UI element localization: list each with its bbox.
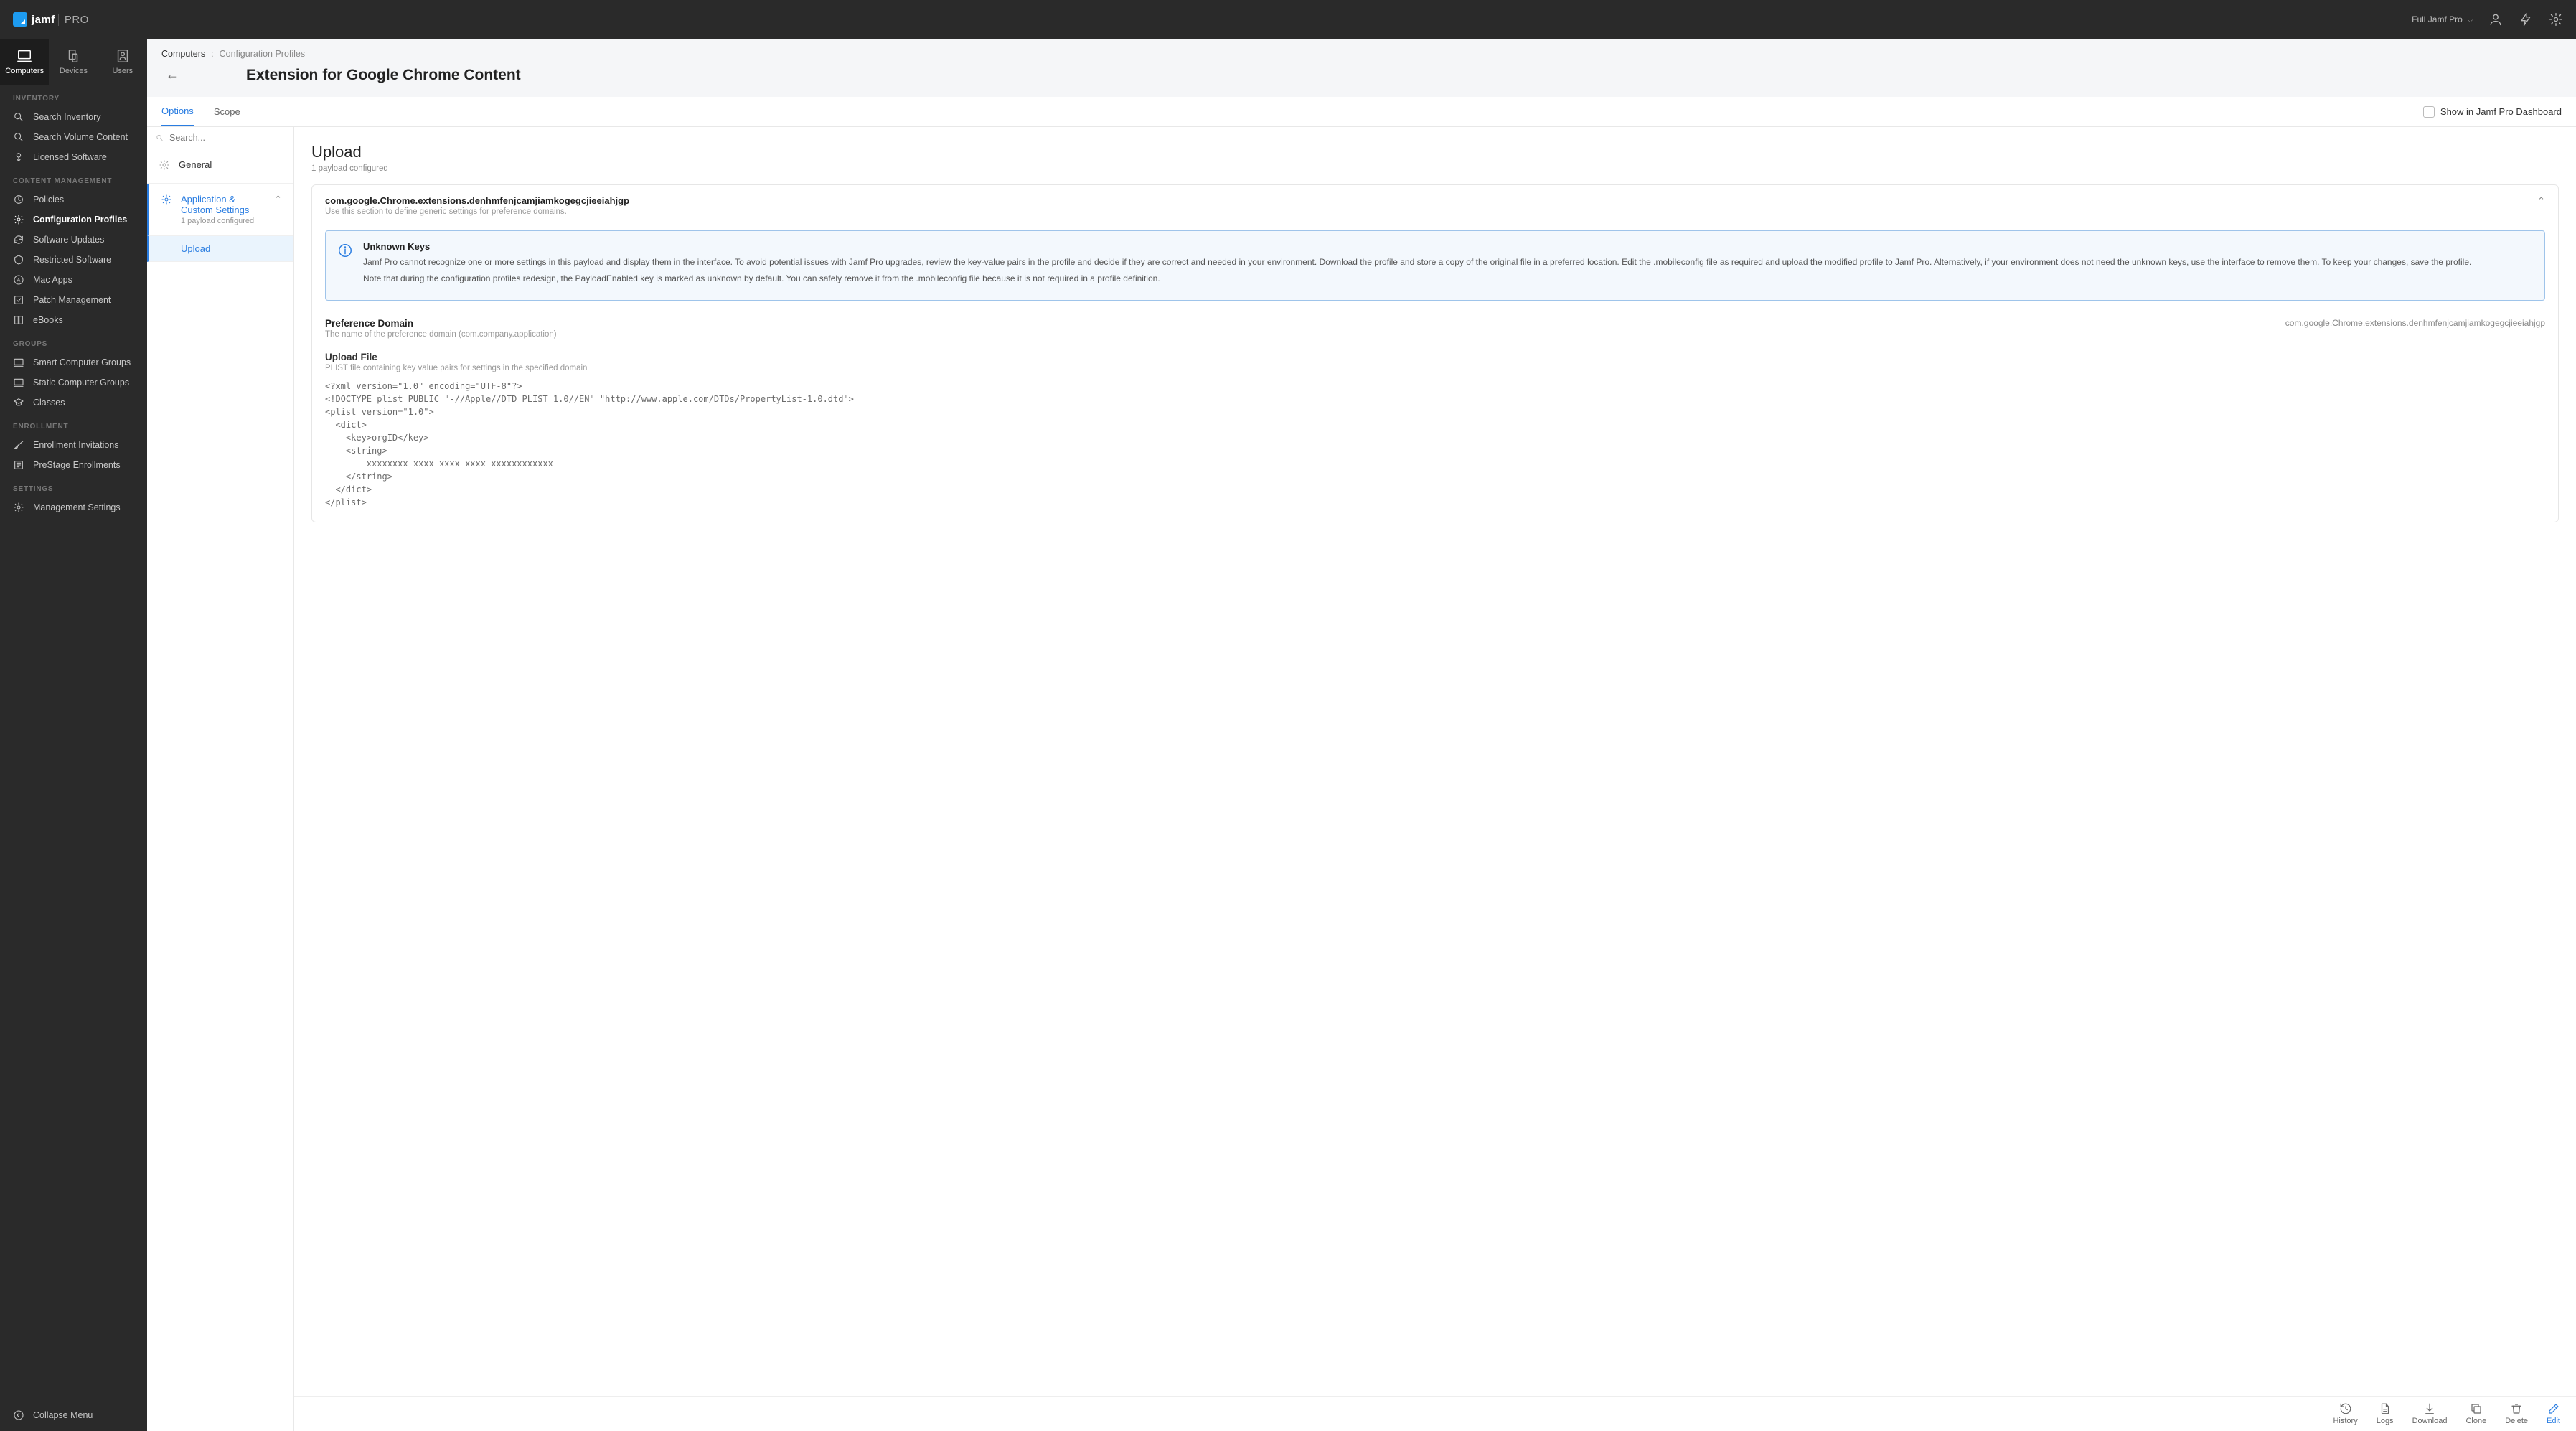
nav-item[interactable]: Policies (0, 189, 147, 210)
nav-group-title: INVENTORY (0, 85, 147, 107)
nav-item[interactable]: PreStage Enrollments (0, 455, 147, 475)
domain-subtitle: Use this section to define generic setti… (325, 207, 629, 216)
nav-item[interactable]: Configuration Profiles (0, 210, 147, 230)
action-bar: History Logs Download Clone Delete Edit (294, 1396, 2576, 1431)
pref-domain-desc: The name of the preference domain (com.c… (325, 330, 557, 339)
tab-options[interactable]: Options (161, 97, 194, 126)
collapse-menu[interactable]: Collapse Menu (0, 1399, 147, 1431)
section-tab-computers[interactable]: Computers (0, 39, 49, 85)
nav-item[interactable]: Licensed Software (0, 147, 147, 167)
chevron-up-icon[interactable]: ⌃ (2529, 195, 2545, 207)
delete-button[interactable]: Delete (2505, 1402, 2528, 1425)
payload-item-app-custom[interactable]: Application & Custom Settings 1 payload … (147, 184, 293, 236)
logo-icon (13, 12, 27, 27)
payload-card: com.google.Chrome.extensions.denhmfenjca… (311, 184, 2559, 522)
gear-icon (159, 159, 170, 173)
nav-group-title: SETTINGS (0, 475, 147, 497)
nav-item[interactable]: Restricted Software (0, 250, 147, 270)
nav-item[interactable]: AMac Apps (0, 270, 147, 290)
bolt-icon[interactable] (2519, 12, 2533, 27)
main-content: Upload 1 payload configured com.google.C… (294, 127, 2576, 1431)
top-bar: jamfPRO Full Jamf Pro ⌵ (0, 0, 2576, 39)
tab-scope[interactable]: Scope (214, 98, 240, 126)
left-sidebar: Computers Devices Users INVENTORYSearch … (0, 39, 147, 1431)
back-arrow-icon[interactable]: ← (161, 65, 183, 85)
nav-item[interactable]: Software Updates (0, 230, 147, 250)
upload-file-desc: PLIST file containing key value pairs fo… (325, 364, 2545, 372)
site-selector[interactable]: Full Jamf Pro ⌵ (2412, 14, 2473, 24)
section-subtext: 1 payload configured (311, 164, 2559, 173)
plist-content: <?xml version="1.0" encoding="UTF-8"?> <… (325, 380, 2545, 509)
gear-icon[interactable] (2549, 12, 2563, 27)
edit-button[interactable]: Edit (2547, 1402, 2560, 1425)
payload-list: General Application & Custom Settings 1 … (147, 127, 294, 1431)
page-title: Extension for Google Chrome Content (246, 67, 521, 84)
section-heading: Upload (311, 143, 2559, 161)
dashboard-checkbox[interactable] (2423, 106, 2435, 118)
breadcrumb: Computers : Configuration Profiles (161, 49, 2562, 59)
section-tab-users[interactable]: Users (98, 39, 147, 85)
domain-title: com.google.Chrome.extensions.denhmfenjca… (325, 195, 629, 206)
gear-icon (161, 194, 172, 207)
pref-domain-label: Preference Domain (325, 318, 557, 329)
nav-item[interactable]: Enrollment Invitations (0, 435, 147, 455)
history-button[interactable]: History (2333, 1402, 2357, 1425)
clone-button[interactable]: Clone (2465, 1402, 2486, 1425)
nav-group-title: GROUPS (0, 330, 147, 352)
nav-item[interactable]: Management Settings (0, 497, 147, 517)
brand-logo: jamfPRO (13, 12, 89, 27)
pref-domain-value: com.google.Chrome.extensions.denhmfenjca… (2285, 318, 2545, 328)
payload-item-general[interactable]: General (147, 149, 293, 184)
info-icon (337, 243, 353, 258)
nav-item[interactable]: Classes (0, 393, 147, 413)
nav-item[interactable]: eBooks (0, 310, 147, 330)
breadcrumb-root[interactable]: Computers (161, 49, 205, 59)
nav-item[interactable]: Static Computer Groups (0, 372, 147, 393)
chevron-up-icon: ⌃ (274, 194, 282, 205)
user-icon[interactable] (2488, 12, 2503, 27)
nav-item[interactable]: Patch Management (0, 290, 147, 310)
nav-item[interactable]: Smart Computer Groups (0, 352, 147, 372)
payload-sub-upload[interactable]: Upload (147, 236, 293, 262)
logs-button[interactable]: Logs (2377, 1402, 2394, 1425)
payload-search-input[interactable] (169, 133, 285, 143)
unknown-keys-alert: Unknown Keys Jamf Pro cannot recognize o… (325, 230, 2545, 301)
download-button[interactable]: Download (2412, 1402, 2448, 1425)
section-tab-devices[interactable]: Devices (49, 39, 98, 85)
upload-file-label: Upload File (325, 352, 2545, 362)
breadcrumb-current: Configuration Profiles (220, 49, 306, 59)
dashboard-checkbox-label: Show in Jamf Pro Dashboard (2440, 106, 2562, 117)
nav-item[interactable]: Search Volume Content (0, 127, 147, 147)
svg-text:A: A (17, 277, 21, 283)
nav-group-title: CONTENT MANAGEMENT (0, 167, 147, 189)
nav-group-title: ENROLLMENT (0, 413, 147, 435)
nav-item[interactable]: Search Inventory (0, 107, 147, 127)
